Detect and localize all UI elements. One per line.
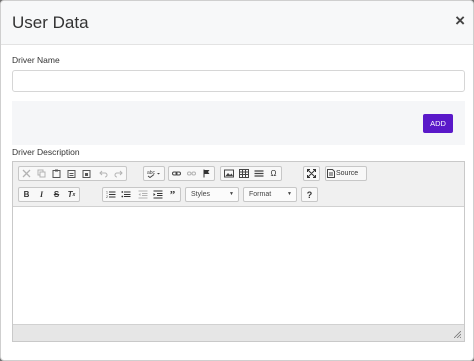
special-char-icon[interactable]: Ω (266, 167, 281, 180)
driver-name-input[interactable] (12, 70, 465, 92)
spellcheck-icon[interactable]: abc (144, 167, 164, 180)
table-icon[interactable] (236, 167, 251, 180)
image-icon[interactable] (221, 167, 236, 180)
anchor-icon[interactable] (199, 167, 214, 180)
cut-icon[interactable] (19, 167, 34, 180)
maximize-icon[interactable] (304, 167, 319, 180)
styles-dropdown[interactable]: Styles ▼ (185, 187, 239, 202)
indent-icon[interactable] (150, 188, 165, 201)
user-data-modal: User Data × Driver Name ADD Driver Descr… (0, 0, 474, 361)
paragraph-group: 12 ” (102, 187, 181, 202)
clipboard-group (18, 166, 127, 181)
close-icon[interactable]: × (455, 12, 465, 30)
links-group (168, 166, 215, 181)
source-button[interactable]: Source (325, 166, 367, 181)
paste-word-icon[interactable] (79, 167, 94, 180)
format-dropdown[interactable]: Format ▼ (243, 187, 297, 202)
styles-label: Styles (191, 191, 211, 198)
horizontal-rule-icon[interactable] (251, 167, 266, 180)
redo-icon[interactable] (111, 167, 126, 180)
maximize-group (303, 166, 320, 181)
chevron-down-icon: ▼ (287, 191, 292, 197)
add-button[interactable]: ADD (423, 114, 453, 133)
outdent-icon[interactable] (135, 188, 150, 201)
bold-icon[interactable]: B (19, 188, 34, 201)
basicstyles-group: B I S Tx (18, 187, 80, 202)
paste-text-icon[interactable] (64, 167, 79, 180)
paste-icon[interactable] (49, 167, 64, 180)
numbered-list-icon[interactable]: 12 (103, 188, 118, 201)
copy-icon[interactable] (34, 167, 49, 180)
modal-title: User Data (12, 13, 89, 32)
unlink-icon[interactable] (184, 167, 199, 180)
source-icon (326, 167, 336, 180)
editor-status-bar (13, 324, 464, 341)
link-icon[interactable] (169, 167, 184, 180)
svg-text:abc: abc (147, 170, 156, 176)
resize-handle-icon[interactable] (454, 331, 461, 338)
help-icon[interactable]: ? (302, 188, 317, 201)
format-label: Format (249, 191, 272, 198)
editor-toolbar: abc Ω Source B I S T x 1 2 ” Styles ▼ Fo… (13, 162, 464, 207)
spellcheck-group: abc (143, 166, 165, 181)
editor-content-area[interactable] (13, 207, 464, 325)
chevron-down-icon: ▼ (229, 191, 234, 197)
blockquote-icon[interactable]: ” (165, 188, 180, 201)
source-label: Source (336, 170, 359, 177)
rich-text-editor: abc Ω Source B I S T x 1 2 ” Styles ▼ Fo… (12, 161, 465, 342)
bulleted-list-icon[interactable] (118, 188, 133, 201)
svg-text:2: 2 (106, 195, 108, 199)
insert-group: Ω (220, 166, 282, 181)
driver-name-label: Driver Name (12, 55, 60, 65)
svg-text:1: 1 (106, 191, 108, 195)
italic-icon[interactable]: I (34, 188, 49, 201)
modal-header: User Data × (1, 1, 473, 45)
add-area: ADD (12, 101, 465, 145)
strike-icon[interactable]: S (49, 188, 64, 201)
remove-format-icon[interactable]: Tx (64, 188, 79, 201)
driver-description-label: Driver Description (12, 147, 80, 157)
help-group: ? (301, 187, 318, 202)
undo-icon[interactable] (96, 167, 111, 180)
